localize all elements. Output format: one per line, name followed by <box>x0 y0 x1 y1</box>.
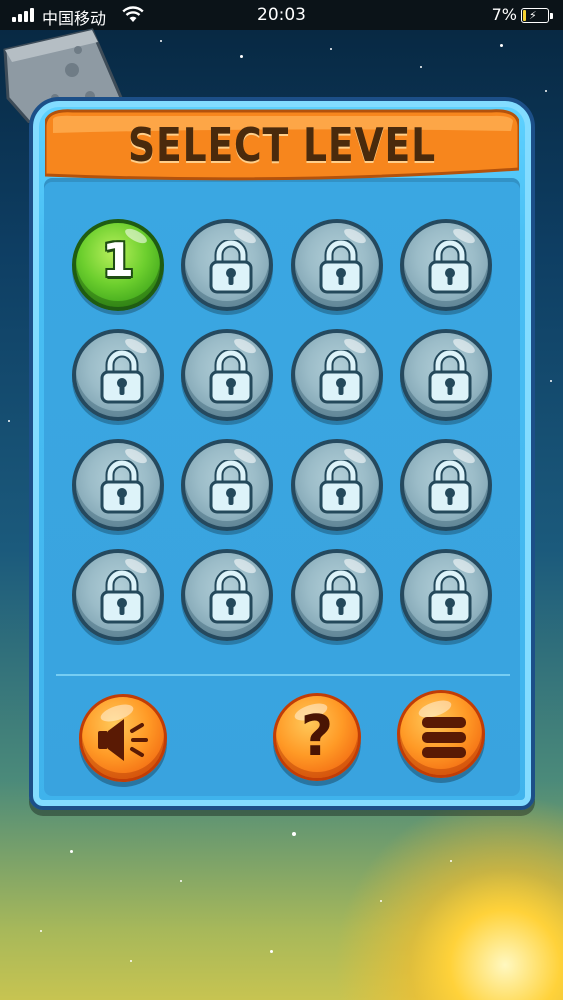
menu-button[interactable] <box>397 690 485 778</box>
level-button-11[interactable] <box>291 439 383 531</box>
level-button-4[interactable] <box>400 219 492 311</box>
lock-icon <box>100 350 144 404</box>
level-button-16[interactable] <box>400 549 492 641</box>
level-button-6[interactable] <box>181 329 273 421</box>
battery-percent: 7% <box>491 5 517 24</box>
lock-icon <box>319 240 363 294</box>
speaker-icon <box>98 719 148 761</box>
divider <box>56 674 510 676</box>
lock-icon <box>209 240 253 294</box>
lock-icon <box>209 350 253 404</box>
help-button[interactable]: ? <box>273 693 361 781</box>
lock-icon <box>428 350 472 404</box>
level-button-2[interactable] <box>181 219 273 311</box>
sound-button[interactable] <box>79 694 167 782</box>
level-button-8[interactable] <box>400 329 492 421</box>
level-button-5[interactable] <box>72 329 164 421</box>
level-button-7[interactable] <box>291 329 383 421</box>
level-button-1[interactable]: 1 <box>72 219 164 311</box>
lock-icon <box>209 460 253 514</box>
lock-icon <box>209 570 253 624</box>
level-button-15[interactable] <box>291 549 383 641</box>
level-button-12[interactable] <box>400 439 492 531</box>
lock-icon <box>100 570 144 624</box>
help-label: ? <box>300 704 334 769</box>
level-number: 1 <box>101 233 134 287</box>
lock-icon <box>428 240 472 294</box>
level-button-14[interactable] <box>181 549 273 641</box>
battery-icon: ⚡ <box>521 8 553 23</box>
lock-icon <box>319 460 363 514</box>
level-button-9[interactable] <box>72 439 164 531</box>
lock-icon <box>100 460 144 514</box>
lock-icon <box>319 570 363 624</box>
level-button-3[interactable] <box>291 219 383 311</box>
lock-icon <box>428 570 472 624</box>
lock-icon <box>319 350 363 404</box>
level-button-13[interactable] <box>72 549 164 641</box>
lock-icon <box>428 460 472 514</box>
menu-icon <box>422 717 466 758</box>
level-button-10[interactable] <box>181 439 273 531</box>
clock: 20:03 <box>257 5 306 25</box>
page-title: SELECT LEVEL <box>128 118 436 172</box>
status-bar: 中国移动 20:03 7% ⚡ <box>0 0 563 30</box>
